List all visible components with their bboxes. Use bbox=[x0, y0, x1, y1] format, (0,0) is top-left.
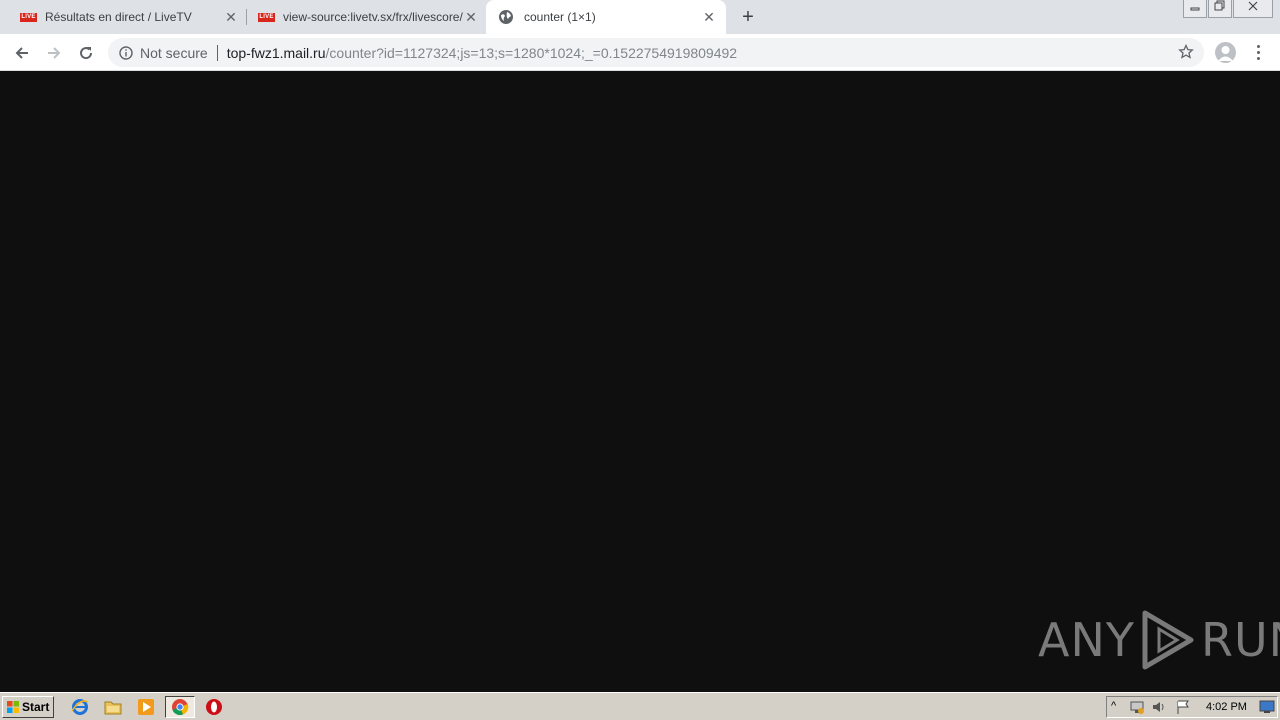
live-badge-icon: LIVE bbox=[20, 12, 37, 22]
media-player-icon[interactable] bbox=[136, 697, 156, 717]
tab-close-icon[interactable]: ✕ bbox=[224, 10, 238, 24]
tab-view-source[interactable]: LIVE view-source:livetv.sx/frx/livescore… bbox=[250, 0, 484, 34]
arrow-right-icon bbox=[48, 47, 61, 59]
new-tab-button[interactable]: + bbox=[738, 7, 758, 27]
restore-icon bbox=[1214, 0, 1225, 11]
system-tray: ^ bbox=[1106, 696, 1278, 718]
arrow-left-icon bbox=[15, 47, 28, 59]
minimize-button[interactable] bbox=[1183, 0, 1207, 18]
opera-icon[interactable] bbox=[204, 697, 224, 717]
file-explorer-icon[interactable] bbox=[103, 697, 123, 717]
close-icon bbox=[1248, 1, 1258, 11]
tab-counter[interactable]: counter (1×1) ✕ bbox=[486, 0, 726, 34]
flag-icon[interactable] bbox=[1175, 699, 1191, 720]
start-button[interactable]: Start bbox=[2, 696, 54, 718]
restore-button[interactable] bbox=[1208, 0, 1232, 18]
chrome-icon[interactable] bbox=[165, 696, 195, 718]
live-badge-icon: LIVE bbox=[258, 12, 275, 22]
play-logo-icon bbox=[1142, 610, 1194, 670]
reload-icon bbox=[80, 47, 93, 60]
tab-title: view-source:livetv.sx/frx/livescore/ bbox=[283, 10, 463, 24]
bookmark-star-icon[interactable] bbox=[1178, 43, 1194, 60]
anyrun-watermark: ANY RUN bbox=[1038, 608, 1280, 672]
address-bar[interactable]: Not secure top-fwz1.mail.ru/counter?id=1… bbox=[108, 38, 1204, 67]
start-label: Start bbox=[22, 700, 50, 714]
back-button[interactable] bbox=[10, 41, 34, 65]
internet-explorer-icon[interactable] bbox=[70, 697, 90, 717]
tab-strip: LIVE Résultats en direct / LiveTV ✕ LIVE… bbox=[0, 0, 1280, 34]
info-icon[interactable] bbox=[118, 45, 134, 61]
tab-title: Résultats en direct / LiveTV bbox=[45, 10, 192, 24]
url-path: /counter?id=1127324;js=13;s=1280*1024;_=… bbox=[325, 44, 738, 61]
watermark-text-left: ANY bbox=[1038, 613, 1135, 667]
volume-icon[interactable] bbox=[1151, 699, 1167, 720]
page-content bbox=[0, 72, 1280, 692]
tab-close-icon[interactable]: ✕ bbox=[464, 10, 478, 24]
show-desktop-icon[interactable] bbox=[1259, 700, 1275, 719]
tab-separator bbox=[246, 9, 247, 25]
network-icon[interactable] bbox=[1129, 699, 1145, 720]
globe-icon bbox=[498, 9, 514, 25]
minimize-icon bbox=[1190, 7, 1200, 11]
forward-button[interactable] bbox=[42, 41, 66, 65]
reload-button[interactable] bbox=[74, 41, 98, 65]
tab-close-icon[interactable]: ✕ bbox=[702, 10, 716, 24]
watermark-text-right: RUN bbox=[1200, 613, 1280, 667]
browser-menu-icon[interactable] bbox=[1250, 42, 1266, 63]
close-window-button[interactable] bbox=[1233, 0, 1273, 18]
tab-title: counter (1×1) bbox=[524, 10, 596, 24]
tab-livetv-results[interactable]: LIVE Résultats en direct / LiveTV ✕ bbox=[12, 0, 244, 34]
taskbar: Start ^ 4:02 PM bbox=[0, 692, 1280, 720]
profile-avatar-icon[interactable] bbox=[1215, 42, 1236, 63]
windows-logo-icon bbox=[7, 701, 19, 713]
security-label[interactable]: Not secure bbox=[140, 45, 208, 61]
browser-toolbar: Not secure top-fwz1.mail.ru/counter?id=1… bbox=[0, 34, 1280, 71]
omnibox-divider bbox=[216, 44, 218, 61]
url-host: top-fwz1.mail.ru bbox=[226, 44, 326, 61]
taskbar-clock[interactable]: 4:02 PM bbox=[1206, 701, 1247, 713]
tray-expand-icon[interactable]: ^ bbox=[1111, 700, 1116, 712]
